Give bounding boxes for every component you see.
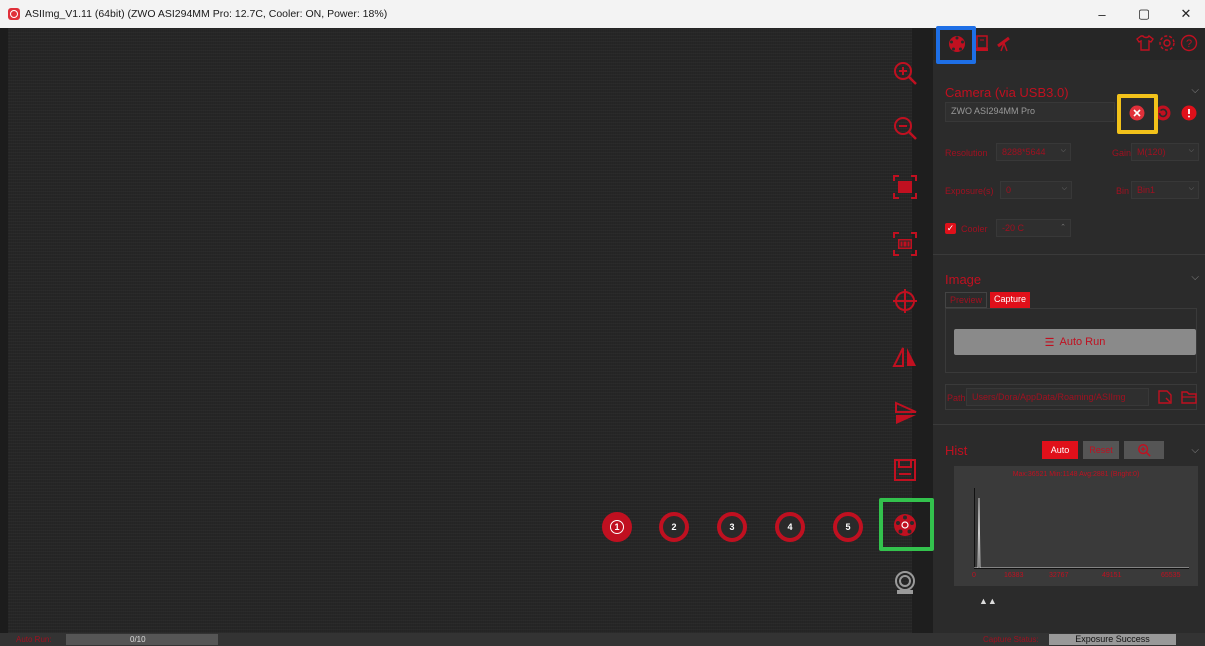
zoom-in-icon xyxy=(1138,444,1151,457)
divider xyxy=(933,424,1205,425)
preset-label: 4 xyxy=(787,522,793,532)
chevron-down-icon: ⌵ xyxy=(1061,185,1067,192)
chevron-down-icon[interactable]: ⌵ xyxy=(1191,445,1199,456)
webcam-icon[interactable] xyxy=(890,568,920,598)
path-field[interactable]: Users/Dora/AppData/Roaming/ASIImg xyxy=(966,388,1149,406)
preset-5-button[interactable]: 5 xyxy=(833,512,863,542)
preset-label: 5 xyxy=(845,522,851,532)
image-section-title: Image xyxy=(945,272,982,287)
list-icon: ☰ xyxy=(1044,336,1055,349)
preset-label: 1 xyxy=(610,520,624,534)
preset-3-button[interactable]: 3 xyxy=(717,512,747,542)
crosshair-icon[interactable] xyxy=(890,286,920,316)
flip-horizontal-icon[interactable] xyxy=(890,342,920,372)
histogram-curve xyxy=(974,497,1189,568)
restore-button[interactable]: ▢ xyxy=(1127,0,1161,28)
fit-frame-icon[interactable] xyxy=(890,172,920,202)
bin-value: Bin1 xyxy=(1137,185,1156,195)
hist-section-title: Hist xyxy=(945,443,968,458)
capture-status-label: Capture Status: xyxy=(983,635,1039,644)
chevron-down-icon: ⌵ xyxy=(1188,185,1194,192)
resolution-select[interactable]: 8288*5644 ⌵ xyxy=(996,143,1071,161)
cooler-temp-spinner[interactable]: -20 C ⌃ xyxy=(996,219,1071,237)
flip-vertical-icon[interactable] xyxy=(890,398,920,428)
hist-slider-handle[interactable]: ▲▲ xyxy=(979,596,997,606)
highlight-box-green xyxy=(879,498,934,551)
tab-capture[interactable]: Capture xyxy=(990,292,1031,308)
camera-section-title: Camera (via USB3.0) xyxy=(945,85,1069,100)
cooler-temp-value: -20 C xyxy=(1002,223,1025,233)
svg-text:?: ? xyxy=(1186,38,1192,50)
progress-label: Auto Run: xyxy=(16,635,52,644)
close-button[interactable]: ✕ xyxy=(1169,0,1203,28)
canvas-left-border xyxy=(0,28,8,633)
cooler-checkbox[interactable]: ✓ xyxy=(945,223,956,234)
gain-value: M(120) xyxy=(1137,147,1166,157)
histogram-x-axis xyxy=(974,568,1189,569)
resolution-value: 8288*5644 xyxy=(1002,147,1046,157)
gain-select[interactable]: M(120) ⌵ xyxy=(1131,143,1199,161)
help-icon[interactable]: ? xyxy=(1180,34,1198,52)
highlight-box-yellow xyxy=(1117,94,1158,134)
preset-1-button[interactable]: 1 xyxy=(602,512,632,542)
histogram-plot: Max:36521 Min:1148 Avg:2881 (Bright:0) 0… xyxy=(954,466,1198,586)
cooler-label: Cooler xyxy=(961,224,988,234)
actual-size-icon[interactable] xyxy=(890,229,920,259)
hist-auto-button[interactable]: Auto xyxy=(1042,441,1078,459)
histogram-stats: Max:36521 Min:1148 Avg:2881 (Bright:0) xyxy=(1012,471,1140,478)
progress-bar: 0/10 xyxy=(66,634,218,645)
camera-device-name: ZWO ASI294MM Pro xyxy=(951,106,1036,116)
chevron-down-icon[interactable]: ⌵ xyxy=(1191,85,1199,96)
camera-select[interactable]: ZWO ASI294MM Pro xyxy=(945,102,1115,122)
path-label: Path xyxy=(947,393,966,403)
folder-icon[interactable] xyxy=(1181,389,1197,405)
open-file-icon[interactable] xyxy=(1157,389,1173,405)
save-icon[interactable] xyxy=(890,455,920,485)
preset-label: 2 xyxy=(671,522,677,532)
bin-label: Bin xyxy=(1116,186,1130,196)
telescope-icon[interactable] xyxy=(995,34,1013,52)
theme-shirt-icon[interactable] xyxy=(1136,34,1154,52)
settings-gear-icon[interactable] xyxy=(1158,34,1176,52)
image-canvas[interactable] xyxy=(8,28,912,633)
gain-label: Gain xyxy=(1112,148,1132,158)
preset-4-button[interactable]: 4 xyxy=(775,512,805,542)
hist-tick: 16383 xyxy=(1004,572,1024,579)
hist-tick: 32767 xyxy=(1049,572,1069,579)
path-value: Users/Dora/AppData/Roaming/ASIImg xyxy=(972,392,1126,402)
chevron-down-icon: ⌵ xyxy=(1060,147,1066,154)
hist-tick: 0 xyxy=(972,572,976,579)
tab-preview[interactable]: Preview xyxy=(945,292,988,308)
divider xyxy=(933,254,1205,255)
preset-label: 3 xyxy=(729,522,735,532)
bin-select[interactable]: Bin1 ⌵ xyxy=(1131,181,1199,199)
capture-status-value: Exposure Success xyxy=(1049,634,1176,645)
hist-reset-button[interactable]: Reset xyxy=(1083,441,1119,459)
preset-2-button[interactable]: 2 xyxy=(659,512,689,542)
chevron-down-icon: ⌵ xyxy=(1188,147,1194,154)
zoom-in-icon[interactable] xyxy=(890,58,920,88)
hist-tick: 65535 xyxy=(1161,572,1181,579)
progress-value: 0/10 xyxy=(130,635,146,644)
auto-run-label: Auto Run xyxy=(1059,336,1106,348)
status-bar: Auto Run: 0/10 Capture Status: Exposure … xyxy=(0,633,1205,646)
minimize-button[interactable]: – xyxy=(1085,0,1119,28)
chevron-down-icon[interactable]: ⌵ xyxy=(1191,272,1199,283)
hist-zoom-button[interactable] xyxy=(1124,441,1164,459)
exposure-label: Exposure(s) xyxy=(945,186,994,196)
app-icon xyxy=(8,8,20,20)
window-title: ASIImg_V1.11 (64bit) (ZWO ASI294MM Pro: … xyxy=(25,8,388,20)
hist-tick: 49151 xyxy=(1102,572,1122,579)
exposure-value: 0 xyxy=(1006,185,1012,195)
title-bar: ASIImg_V1.11 (64bit) (ZWO ASI294MM Pro: … xyxy=(0,0,1205,28)
spinner-arrows-icon[interactable]: ⌃ xyxy=(1060,223,1066,231)
exposure-select[interactable]: 0 ⌵ xyxy=(1000,181,1072,199)
highlight-box-blue xyxy=(936,26,976,64)
resolution-label: Resolution xyxy=(945,148,988,158)
info-icon[interactable] xyxy=(1181,105,1197,121)
control-panel: ? Camera (via USB3.0) ⌵ ZWO ASI294MM Pro… xyxy=(933,28,1205,633)
auto-run-button[interactable]: ☰ Auto Run xyxy=(954,329,1196,355)
zoom-out-icon[interactable] xyxy=(890,113,920,143)
